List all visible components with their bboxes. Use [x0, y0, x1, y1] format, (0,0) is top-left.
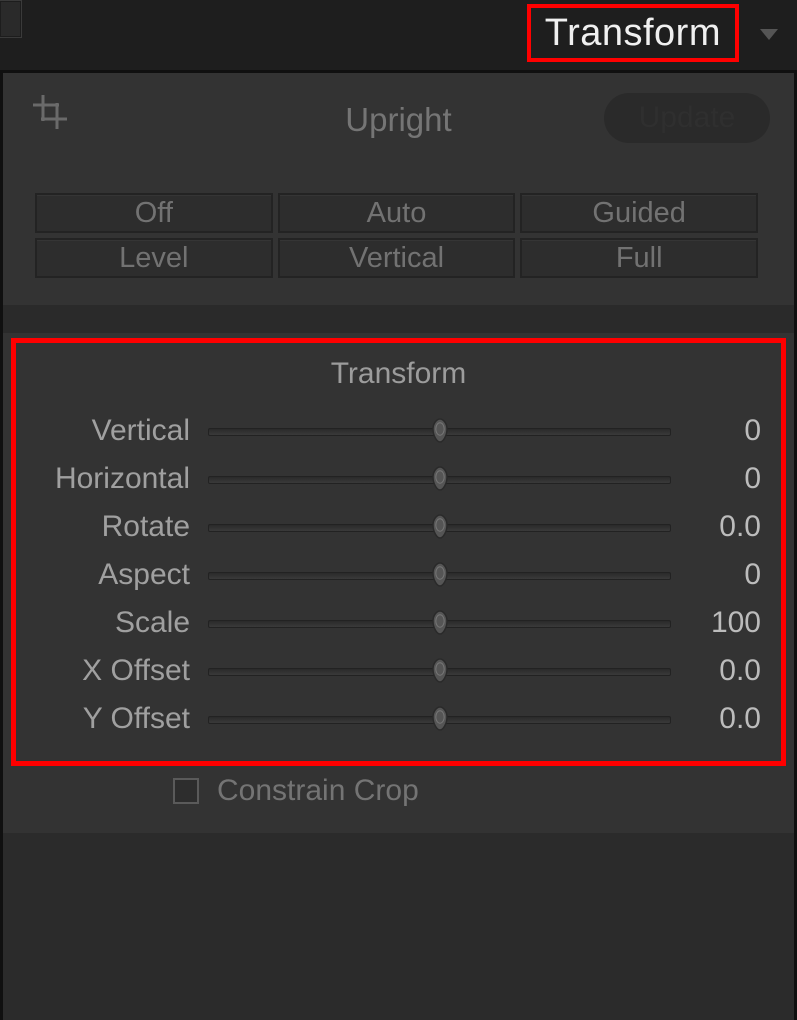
upright-mode-off[interactable]: Off: [35, 193, 273, 233]
constrain-crop-row: Constrain Crop: [3, 767, 794, 815]
slider-label-yoffset: Y Offset: [30, 702, 208, 736]
slider-label-xoffset: X Offset: [30, 654, 208, 688]
panel-footer-area: [3, 833, 794, 1020]
slider-row-rotate: Rotate 0.0: [30, 503, 767, 551]
section-divider: [3, 305, 794, 333]
slider-track-horizontal[interactable]: [208, 469, 671, 489]
upright-update-button[interactable]: Update: [604, 93, 770, 143]
slider-label-aspect: Aspect: [30, 558, 208, 592]
upright-mode-guided[interactable]: Guided: [520, 193, 758, 233]
slider-label-rotate: Rotate: [30, 510, 208, 544]
panel-title-highlight: Transform: [527, 4, 739, 62]
upright-header-row: Upright Update: [3, 73, 794, 151]
slider-track-vertical[interactable]: [208, 421, 671, 441]
mode-label: Vertical: [349, 242, 444, 275]
upright-update-label: Update: [639, 101, 736, 135]
panel-grip[interactable]: [0, 0, 22, 38]
transform-panel: Upright Update Off Auto Guided Level Ver…: [0, 73, 797, 1020]
chevron-down-icon: [760, 29, 778, 40]
upright-mode-full[interactable]: Full: [520, 238, 758, 278]
slider-value-scale[interactable]: 100: [671, 606, 767, 640]
slider-label-scale: Scale: [30, 606, 208, 640]
transform-sliders-highlight: Transform Vertical 0 Horizontal 0 Rotate 0.0 A…: [11, 338, 786, 766]
constrain-crop-checkbox[interactable]: [173, 778, 199, 804]
slider-value-xoffset[interactable]: 0.0: [671, 654, 767, 688]
slider-value-rotate[interactable]: 0.0: [671, 510, 767, 544]
transform-section-title: Transform: [30, 357, 767, 391]
upright-mode-vertical[interactable]: Vertical: [278, 238, 516, 278]
panel-header: Transform: [0, 0, 797, 73]
upright-mode-level[interactable]: Level: [35, 238, 273, 278]
slider-label-vertical: Vertical: [30, 414, 208, 448]
panel-collapse-button[interactable]: [749, 0, 789, 68]
mode-label: Off: [135, 197, 173, 230]
slider-row-xoffset: X Offset 0.0: [30, 647, 767, 695]
constrain-crop-label: Constrain Crop: [217, 774, 419, 808]
mode-label: Auto: [367, 197, 427, 230]
slider-value-aspect[interactable]: 0: [671, 558, 767, 592]
mode-label: Guided: [592, 197, 686, 230]
slider-row-horizontal: Horizontal 0: [30, 455, 767, 503]
upright-mode-grid: Off Auto Guided Level Vertical Full: [35, 193, 758, 283]
upright-guided-tool-icon[interactable]: [33, 95, 67, 129]
slider-value-horizontal[interactable]: 0: [671, 462, 767, 496]
slider-label-horizontal: Horizontal: [30, 462, 208, 496]
slider-track-rotate[interactable]: [208, 517, 671, 537]
slider-row-yoffset: Y Offset 0.0: [30, 695, 767, 743]
slider-row-aspect: Aspect 0: [30, 551, 767, 599]
slider-value-vertical[interactable]: 0: [671, 414, 767, 448]
panel-title[interactable]: Transform: [545, 12, 721, 55]
slider-track-scale[interactable]: [208, 613, 671, 633]
upright-mode-auto[interactable]: Auto: [278, 193, 516, 233]
slider-track-xoffset[interactable]: [208, 661, 671, 681]
slider-value-yoffset[interactable]: 0.0: [671, 702, 767, 736]
slider-row-vertical: Vertical 0: [30, 407, 767, 455]
mode-label: Full: [616, 242, 663, 275]
slider-track-aspect[interactable]: [208, 565, 671, 585]
slider-track-yoffset[interactable]: [208, 709, 671, 729]
mode-label: Level: [119, 242, 188, 275]
slider-row-scale: Scale 100: [30, 599, 767, 647]
